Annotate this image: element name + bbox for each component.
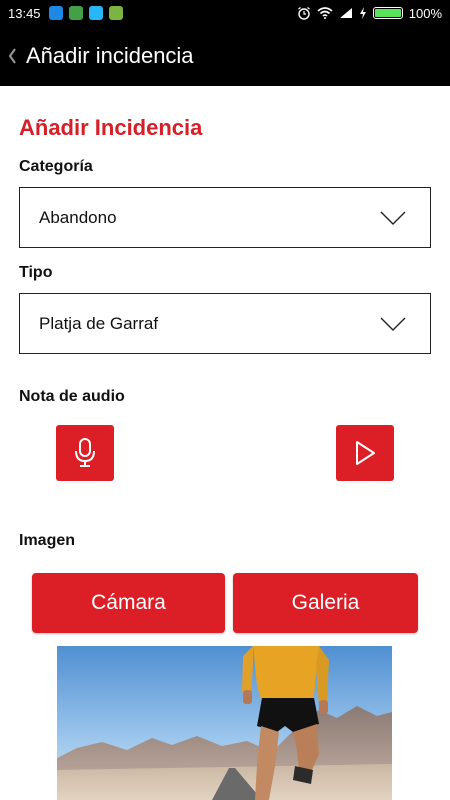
alarm-icon [297, 6, 310, 20]
category-value: Abandono [39, 207, 117, 227]
status-time: 13:45 [8, 5, 41, 21]
type-select[interactable]: Platja de Garraf [19, 293, 431, 354]
microphone-icon [75, 438, 95, 467]
battery-percent: 100% [408, 5, 442, 21]
app-bar: Añadir incidencia [0, 26, 450, 86]
chevron-down-icon [380, 211, 406, 225]
audio-label: Nota de audio [19, 388, 125, 405]
camera-button[interactable]: Cámara [32, 573, 225, 633]
signal-icon [339, 8, 352, 18]
play-icon [356, 441, 375, 465]
wifi-icon [317, 7, 333, 19]
page-title: Añadir incidencia [26, 43, 194, 68]
status-bar: 13:45 100% [0, 0, 450, 26]
notification-icon [48, 6, 63, 20]
gallery-button[interactable]: Galeria [233, 573, 418, 633]
image-label: Imagen [19, 532, 76, 549]
battery-indicator: 100% [372, 5, 442, 21]
selected-image [57, 646, 392, 800]
form-heading: Añadir Incidencia [19, 115, 203, 140]
chevron-left-icon[interactable] [4, 45, 20, 67]
record-audio-button[interactable] [56, 425, 114, 481]
notification-icon [88, 6, 103, 20]
notification-icon [108, 6, 123, 20]
battery-fill [374, 9, 401, 17]
status-icons: 100% [297, 6, 442, 21]
chevron-down-icon [380, 317, 406, 331]
battery-icon [372, 7, 403, 19]
type-label: Tipo [19, 264, 53, 281]
notification-icon [68, 6, 83, 20]
type-value: Platja de Garraf [39, 313, 159, 333]
charging-icon [359, 7, 366, 19]
category-select[interactable]: Abandono [19, 187, 431, 248]
play-audio-button[interactable] [336, 425, 394, 481]
category-label: Categoría [19, 158, 93, 175]
